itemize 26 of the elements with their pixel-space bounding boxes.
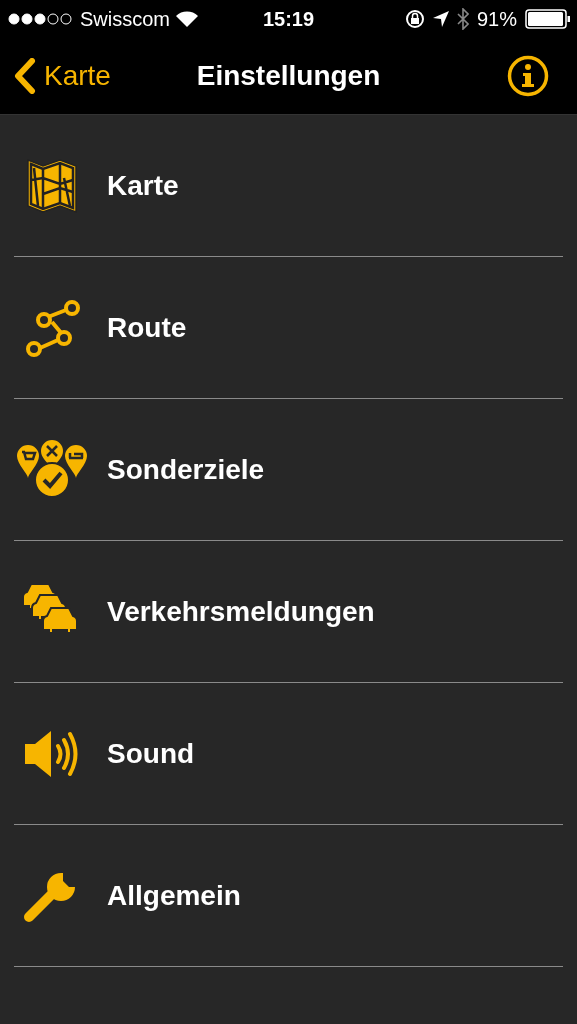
row-label: Allgemein xyxy=(107,879,241,912)
row-label: Verkehrsmeldungen xyxy=(107,595,375,628)
location-icon xyxy=(432,11,449,27)
settings-row[interactable]: Karte xyxy=(14,115,563,257)
signal-icon xyxy=(8,13,74,25)
chevron-icon xyxy=(14,58,36,94)
clock-time: 15:19 xyxy=(262,7,315,30)
row-label: Karte xyxy=(107,169,179,202)
settings-row[interactable]: Route xyxy=(14,257,563,399)
rotation-lock-icon xyxy=(404,9,425,29)
carrier-name: Swisscom xyxy=(80,7,170,31)
wifi-icon xyxy=(176,11,198,27)
bluetooth-icon xyxy=(456,8,469,30)
row-label: Sound xyxy=(107,737,195,770)
battery-percent: 91% xyxy=(476,7,517,31)
back-button[interactable]: Karte xyxy=(0,58,111,94)
row-label: Route xyxy=(107,311,187,344)
settings-row[interactable]: Allgemein xyxy=(14,825,563,967)
row-label: Sonderziele xyxy=(107,453,265,486)
settings-row[interactable]: Sonderziele xyxy=(14,399,563,541)
settings-row[interactable]: Sound xyxy=(14,683,563,825)
map-icon xyxy=(26,157,78,214)
settings-row[interactable]: Verkehrsmeldungen xyxy=(14,541,563,683)
battery-icon xyxy=(525,9,571,29)
screen-title: Einstellungen xyxy=(196,60,381,91)
info-icon[interactable] xyxy=(507,55,549,97)
